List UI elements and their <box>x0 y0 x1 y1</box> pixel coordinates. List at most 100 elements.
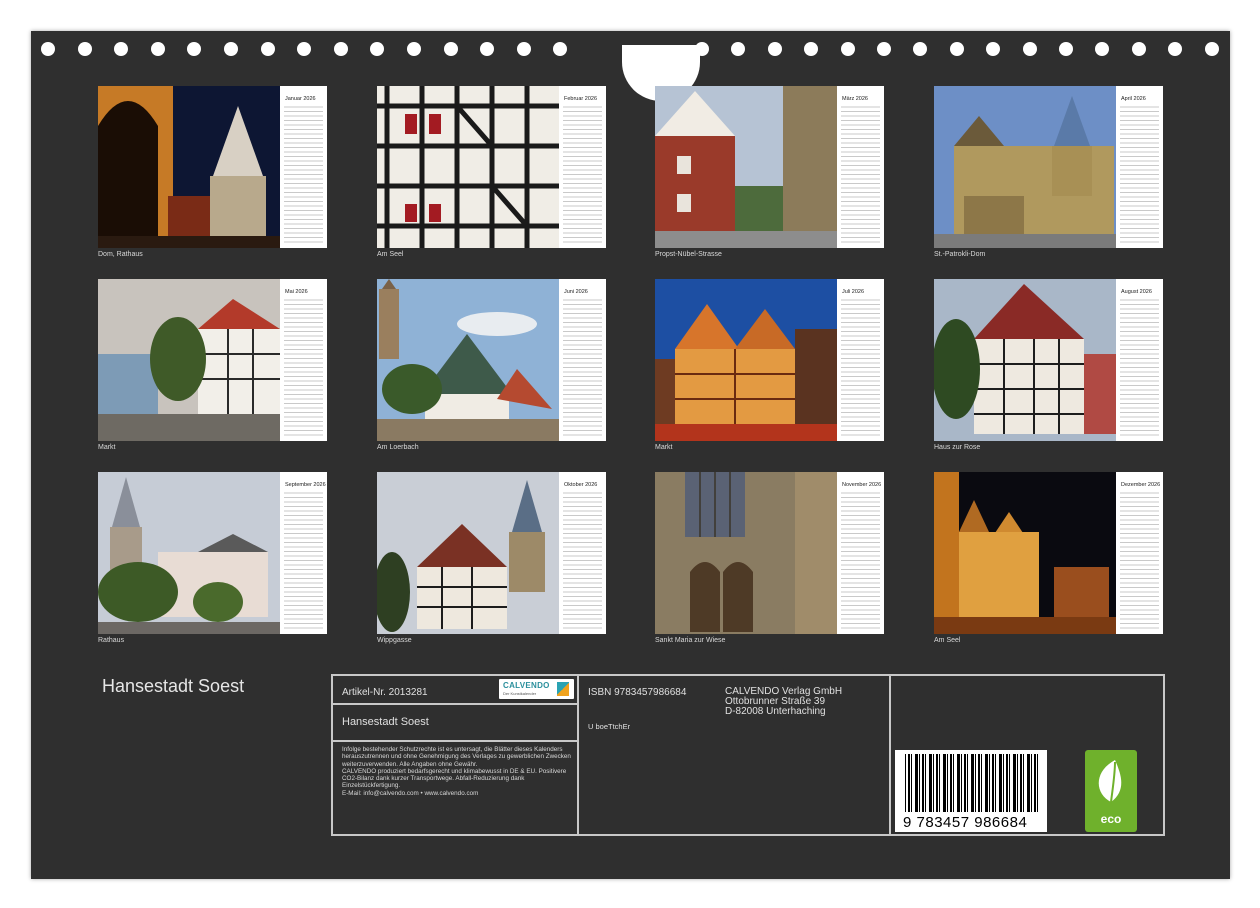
photo-sankt-maria-zur-wiese <box>655 472 837 634</box>
photo-am-loerbach <box>377 279 559 441</box>
legal-contact: E-Mail: info@calvendo.com • www.calvendo… <box>342 789 479 797</box>
photo-rathaus <box>98 472 280 634</box>
calendar-strip: September 2026 <box>280 472 327 634</box>
month-label: Februar 2026 <box>564 96 598 102</box>
month-card-juni: Juni 2026 Am Loerbach <box>377 279 607 459</box>
photo-propst-nuebel-strasse <box>655 86 837 248</box>
calendar-strip: Oktober 2026 <box>559 472 606 634</box>
binding-hole <box>1022 42 1037 56</box>
month-card-januar: Januar 2026 Dom, Rathaus <box>98 86 328 266</box>
photo-haus-zur-rose <box>934 279 1116 441</box>
photo-caption: Dom, Rathaus <box>98 251 143 258</box>
calendar-strip: Februar 2026 <box>559 86 606 248</box>
calvendo-logo-word: CALVENDO <box>503 681 550 690</box>
divider <box>889 676 891 834</box>
binding-hole <box>150 42 165 56</box>
calendar-strip: März 2026 <box>837 86 884 248</box>
calendar-strip: November 2026 <box>837 472 884 634</box>
binding-hole <box>260 42 275 56</box>
month-label: Dezember 2026 <box>1121 482 1161 488</box>
day-lines <box>1120 296 1159 436</box>
month-label: April 2026 <box>1121 96 1146 102</box>
calendar-strip: August 2026 <box>1116 279 1163 441</box>
binding-hole <box>516 42 531 56</box>
binding-hole <box>1059 42 1073 56</box>
calvendo-mark-icon <box>557 682 569 696</box>
binding-hole <box>767 42 782 56</box>
month-card-oktober: Oktober 2026 Wippgasse <box>377 472 607 652</box>
calendar-strip: Juni 2026 <box>559 279 606 441</box>
barcode-digits: 9 783457 986684 <box>903 814 1028 831</box>
barcode-bars <box>905 754 1041 812</box>
month-card-februar: Februar 2026 Am Seel <box>377 86 607 266</box>
binding-hole <box>1204 42 1219 56</box>
day-lines <box>284 296 323 436</box>
calendar-strip: Dezember 2026 <box>1116 472 1163 634</box>
imprint-title: Hansestadt Soest <box>342 716 429 728</box>
photo-caption: Wippgasse <box>377 637 412 644</box>
photo-caption: Markt <box>98 444 116 451</box>
day-lines <box>841 103 880 243</box>
month-label: Juni 2026 <box>564 289 588 295</box>
legal-copyright: Infolge bestehender Schutzrechte ist es … <box>342 746 571 768</box>
divider <box>333 703 577 705</box>
publisher-city: D-82008 Unterhaching <box>725 706 826 717</box>
month-label: Oktober 2026 <box>564 482 598 488</box>
binding-hole <box>1131 42 1146 56</box>
month-label: September 2026 <box>285 482 326 488</box>
day-lines <box>1120 489 1159 629</box>
photo-wippgasse <box>377 472 559 634</box>
month-label: August 2026 <box>1121 289 1152 295</box>
photo-am-seel-halftimber <box>377 86 559 248</box>
binding-hole <box>877 42 891 56</box>
calendar-strip: Mai 2026 <box>280 279 327 441</box>
leaf-icon <box>1098 760 1122 803</box>
month-label: November 2026 <box>842 482 882 488</box>
month-card-maerz: März 2026 Propst-Nübel-Strasse <box>655 86 885 266</box>
photo-st-patrokli-dom <box>934 86 1116 248</box>
photo-caption: Am Seel <box>934 637 961 644</box>
month-label: März 2026 <box>842 96 868 102</box>
photo-markt <box>98 279 280 441</box>
author-code: U boeTtchEr <box>588 722 631 731</box>
isbn: ISBN 9783457986684 <box>588 687 687 698</box>
day-lines <box>841 489 880 629</box>
binding-hole <box>224 42 238 56</box>
photo-caption: Am Seel <box>377 251 404 258</box>
day-lines <box>284 489 323 629</box>
binding-hole <box>333 42 348 56</box>
month-card-mai: Mai 2026 Markt <box>98 279 328 459</box>
divider <box>333 740 577 742</box>
month-card-september: September 2026 Rathaus <box>98 472 328 652</box>
calendar-strip: Juli 2026 <box>837 279 884 441</box>
isbn-barcode: 9 783457 986684 <box>895 750 1047 832</box>
legal-notice: Infolge bestehender Schutzrechte ist es … <box>342 746 578 797</box>
photo-caption: St.-Patrokli-Dom <box>934 251 986 258</box>
month-label: Januar 2026 <box>285 96 316 102</box>
day-lines <box>841 296 880 436</box>
month-label: Juli 2026 <box>842 289 865 295</box>
day-lines <box>563 489 602 629</box>
month-card-juli: Juli 2026 Markt <box>655 279 885 459</box>
month-card-dezember: Dezember 2026 Am Seel <box>934 472 1164 652</box>
photo-caption: Haus zur Rose <box>934 444 981 451</box>
calendar-title: Hansestadt Soest <box>102 676 245 696</box>
photo-caption: Propst-Nübel-Strasse <box>655 251 722 258</box>
imprint-panel: Artikel-Nr. 2013281 CALVENDO Der Kunstka… <box>331 674 1165 836</box>
binding-hole <box>695 42 709 56</box>
binding-hole <box>407 42 421 56</box>
calendar-strip: April 2026 <box>1116 86 1163 248</box>
photo-caption: Sankt Maria zur Wiese <box>655 637 726 644</box>
eco-badge: eco <box>1085 750 1137 832</box>
month-card-november: November 2026 Sankt Maria zur Wiese <box>655 472 885 652</box>
photo-dom-rathaus <box>98 86 280 248</box>
day-lines <box>1120 103 1159 243</box>
photo-caption: Am Loerbach <box>377 444 419 451</box>
binding-hole <box>443 42 458 56</box>
photo-markt-night <box>655 279 837 441</box>
day-lines <box>563 103 602 243</box>
article-number: Artikel-Nr. 2013281 <box>342 687 428 698</box>
calvendo-logo: CALVENDO Der Kunstkalender <box>499 679 574 699</box>
photo-caption: Markt <box>655 444 673 451</box>
calendar-strip: Januar 2026 <box>280 86 327 248</box>
